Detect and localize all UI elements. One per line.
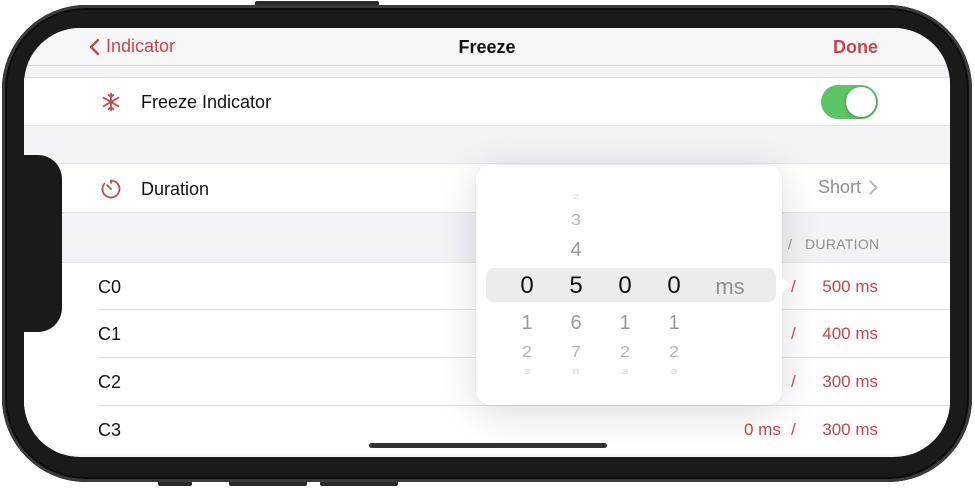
timer-icon (100, 178, 122, 200)
picker-option: 1 (521, 312, 533, 334)
picker-option: 3 (570, 211, 581, 229)
navigation-bar: Indicator Freeze Done (24, 28, 950, 66)
home-indicator (369, 443, 607, 448)
picker-option: 8 (572, 367, 580, 376)
duration-value-text: Short (817, 177, 861, 197)
toggle-knob (846, 87, 876, 117)
picker-option: 2 (521, 343, 532, 361)
list-item-name: C2 (98, 372, 122, 392)
section-header-duration: DURATION (805, 236, 880, 252)
picker-selected-value: 0 (618, 272, 632, 299)
list-item-name: C1 (98, 324, 122, 344)
camera-notch (20, 155, 62, 332)
picker-option: 1 (668, 312, 680, 334)
picker-option: 3 (621, 367, 629, 376)
list-item-slash: / (791, 372, 796, 391)
list-item-max: 300 ms (822, 420, 878, 439)
picker-option: 4 (570, 239, 582, 261)
section-header-slash: / (788, 236, 793, 252)
picker-selected-value: 0 (667, 272, 681, 299)
duration-value[interactable]: Short (818, 177, 878, 198)
freeze-indicator-toggle[interactable] (821, 85, 878, 119)
done-button[interactable]: Done (833, 37, 878, 58)
list-item-min: 0 ms (744, 420, 781, 439)
snowflake-icon (100, 91, 122, 113)
picker-option: 3 (523, 367, 531, 376)
picker-selected-value: 0 (520, 272, 534, 299)
picker-option: 2 (572, 192, 580, 201)
picker-option: 2 (619, 343, 630, 361)
picker-wheel-digit-4[interactable]: 0 1 2 3 (654, 165, 694, 405)
picker-option: 3 (670, 367, 678, 376)
picker-selected-value: 5 (569, 272, 583, 299)
freeze-indicator-label: Freeze Indicator (141, 92, 272, 112)
list-item-slash: / (791, 324, 796, 343)
picker-unit-label: ms (715, 274, 745, 299)
list-item-slash: / (791, 420, 796, 439)
phone-screen: Indicator Freeze Done Freeze Indicator D… (24, 28, 950, 457)
picker-wheel-digit-3[interactable]: 0 1 2 3 (605, 165, 645, 405)
freeze-indicator-row: Freeze Indicator (24, 77, 950, 126)
picker-wheel-digit-1[interactable]: 0 1 2 3 (507, 165, 547, 405)
duration-label: Duration (141, 179, 210, 199)
list-item-name: C0 (98, 277, 122, 297)
page-title: Freeze (458, 37, 516, 57)
popover-arrow (780, 275, 790, 295)
list-item-max: 300 ms (822, 372, 878, 391)
list-item-max: 500 ms (822, 277, 878, 296)
picker-wheel-digit-2[interactable]: 2 3 4 5 6 7 8 (556, 165, 596, 405)
list-item-name: C3 (98, 420, 122, 440)
duration-picker-popover: 0 1 2 3 2 3 4 5 6 7 8 0 1 2 3 0 1 2 3 ms (476, 165, 790, 405)
picker-option: 1 (619, 312, 631, 334)
list-item-slash: / (791, 277, 796, 296)
picker-option: 7 (570, 343, 581, 361)
list-item-max: 400 ms (822, 324, 878, 343)
chevron-right-icon (869, 180, 878, 195)
picker-option: 2 (668, 343, 679, 361)
picker-option: 6 (570, 312, 582, 334)
